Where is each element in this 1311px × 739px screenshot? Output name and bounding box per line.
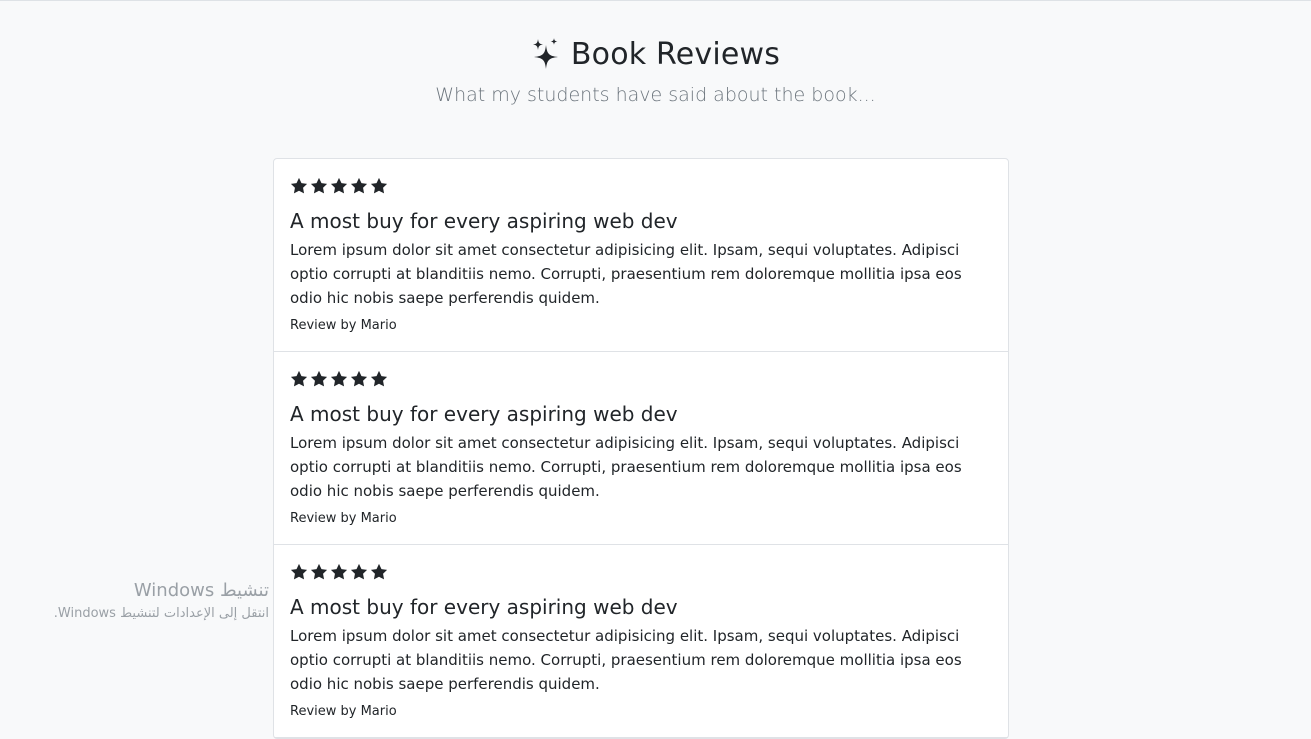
star-icon bbox=[330, 177, 348, 194]
star-icon bbox=[350, 177, 368, 194]
review-body: Lorem ipsum dolor sit amet consectetur a… bbox=[290, 434, 962, 500]
review-card: A most buy for every aspiring web dev Lo… bbox=[274, 545, 1008, 738]
review-title: A most buy for every aspiring web dev bbox=[290, 209, 678, 233]
review-title: A most buy for every aspiring web dev bbox=[290, 595, 678, 619]
star-icon bbox=[290, 370, 308, 387]
star-icon bbox=[310, 563, 328, 580]
star-icon bbox=[310, 370, 328, 387]
page-header: Book Reviews What my students have said … bbox=[0, 30, 1311, 107]
page-title: Book Reviews bbox=[570, 36, 781, 72]
review-author: Review by Mario bbox=[290, 318, 397, 333]
star-icon bbox=[290, 563, 308, 580]
watermark-subtitle: انتقل إلى الإعدادات لتنشيط Windows. bbox=[53, 606, 269, 621]
review-title: A most buy for every aspiring web dev bbox=[290, 402, 678, 426]
windows-activation-watermark: تنشيط Windows انتقل إلى الإعدادات لتنشيط… bbox=[54, 578, 269, 624]
review-card: A most buy for every aspiring web dev Lo… bbox=[274, 352, 1008, 545]
review-body: Lorem ipsum dolor sit amet consectetur a… bbox=[290, 627, 962, 693]
title-row: Book Reviews bbox=[0, 30, 1311, 78]
star-icon bbox=[330, 370, 348, 387]
star-icon bbox=[350, 370, 368, 387]
sparkles-icon bbox=[532, 38, 558, 69]
reviews-list: A most buy for every aspiring web dev Lo… bbox=[273, 158, 1009, 739]
review-author: Review by Mario bbox=[290, 704, 397, 719]
star-icon bbox=[310, 177, 328, 194]
review-card: A most buy for every aspiring web dev Lo… bbox=[274, 159, 1008, 352]
star-icon bbox=[350, 563, 368, 580]
star-icon bbox=[370, 563, 388, 580]
star-icon bbox=[290, 177, 308, 194]
top-divider bbox=[0, 0, 1311, 1]
review-author: Review by Mario bbox=[290, 511, 397, 526]
watermark-title: تنشيط Windows bbox=[133, 580, 269, 601]
star-icon bbox=[330, 563, 348, 580]
review-body: Lorem ipsum dolor sit amet consectetur a… bbox=[290, 241, 962, 307]
page-subtitle: What my students have said about the boo… bbox=[435, 84, 876, 106]
star-rating bbox=[290, 562, 992, 582]
star-icon bbox=[370, 370, 388, 387]
star-rating bbox=[290, 176, 992, 196]
star-icon bbox=[370, 177, 388, 194]
star-rating bbox=[290, 369, 992, 389]
